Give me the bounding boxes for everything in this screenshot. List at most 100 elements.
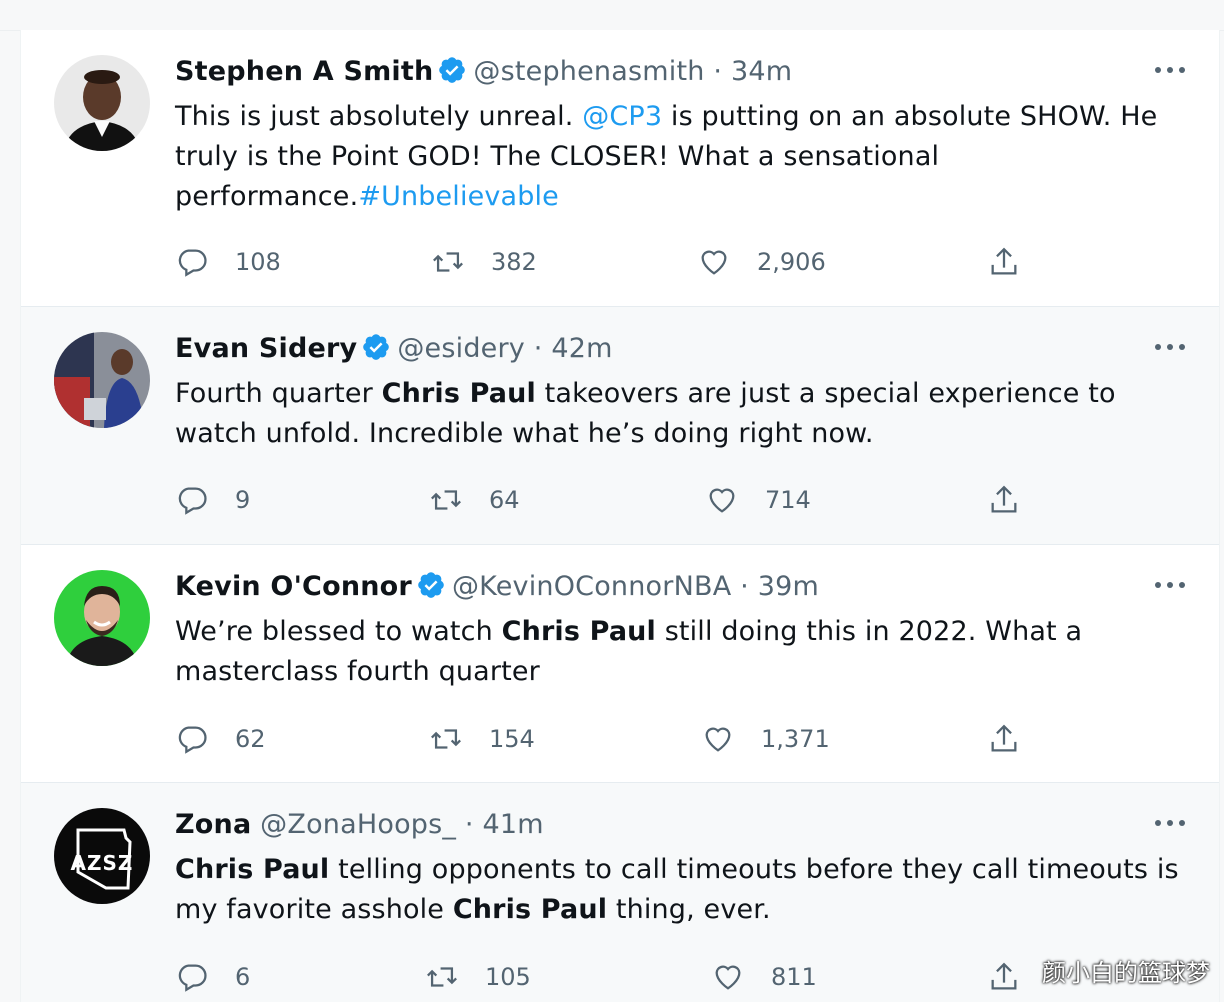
timestamp[interactable]: 41m bbox=[482, 809, 543, 840]
retweet-count: 382 bbox=[491, 248, 537, 276]
handle[interactable]: @ZonaHoops_ bbox=[260, 809, 456, 840]
like-count: 1,371 bbox=[761, 725, 830, 753]
handle[interactable]: @KevinOConnorNBA bbox=[452, 571, 731, 602]
heart-icon bbox=[701, 250, 727, 275]
like-button[interactable]: 2,906 bbox=[697, 242, 826, 282]
speech-bubble-icon bbox=[178, 726, 207, 754]
speech-bubble-icon bbox=[178, 249, 207, 277]
bold-mention: Chris Paul bbox=[452, 894, 608, 925]
heart-icon bbox=[705, 727, 731, 752]
reply-count: 6 bbox=[235, 963, 251, 991]
bold-mention: Chris Paul bbox=[501, 616, 656, 647]
reply-button[interactable]: 108 bbox=[175, 242, 281, 282]
action-bar: 9 64 714 bbox=[175, 480, 1075, 520]
retweet-arrows-icon bbox=[427, 967, 457, 987]
separator-dot: · bbox=[740, 571, 749, 602]
bold-mention: Chris Paul bbox=[381, 378, 536, 409]
more-dots-icon[interactable] bbox=[1153, 62, 1187, 78]
reply-button[interactable]: 6 bbox=[175, 957, 250, 997]
bold-mention: Chris Paul bbox=[175, 854, 330, 885]
speech-bubble-icon bbox=[178, 964, 207, 992]
share-upload-icon bbox=[991, 724, 1017, 752]
tweet-header: Zona @ZonaHoops_ · 41m bbox=[175, 807, 544, 843]
verified-badge-icon bbox=[439, 57, 466, 83]
tweet-text-segment: thing, ever. bbox=[607, 894, 771, 925]
timestamp[interactable]: 34m bbox=[731, 56, 792, 87]
tweet-header: Evan Sidery @esidery · 42m bbox=[175, 331, 613, 367]
display-name[interactable]: Stephen A Smith bbox=[175, 56, 433, 87]
tweet-text-segment: We’re blessed to watch bbox=[175, 616, 502, 647]
verified-badge-icon bbox=[363, 334, 390, 360]
display-name[interactable]: Zona bbox=[175, 809, 251, 840]
like-button[interactable]: 1,371 bbox=[701, 719, 830, 759]
avatar[interactable] bbox=[54, 570, 150, 666]
verified-badge-icon bbox=[418, 572, 444, 598]
like-button[interactable]: 811 bbox=[711, 957, 817, 997]
tweet-text-segment: This is just absolutely unreal. bbox=[175, 101, 583, 132]
tweet-text: Fourth quarter Chris Paul takeovers are … bbox=[175, 374, 1185, 454]
reply-button[interactable]: 9 bbox=[175, 480, 250, 520]
action-bar: 6 105 811 bbox=[175, 957, 1075, 997]
retweet-count: 105 bbox=[485, 963, 531, 991]
top-bar bbox=[0, 0, 1224, 31]
tweet-zonahoops[interactable]: AZSZ Zona @ZonaHoops_ · 41m Chris Paul t… bbox=[21, 783, 1219, 1002]
reply-count: 62 bbox=[235, 725, 266, 753]
share-button[interactable] bbox=[987, 480, 1021, 520]
tweet-text-segment: Fourth quarter bbox=[175, 378, 382, 409]
display-name[interactable]: Evan Sidery bbox=[175, 333, 357, 364]
share-button[interactable] bbox=[987, 242, 1021, 282]
separator-dot: · bbox=[464, 809, 474, 840]
tweet-esidery[interactable]: Evan Sidery @esidery · 42m Fourth quarter… bbox=[21, 307, 1219, 545]
reply-button[interactable]: 62 bbox=[175, 719, 266, 759]
watermark: 颜小白的篮球梦 bbox=[1042, 959, 1210, 987]
avatar[interactable] bbox=[54, 332, 150, 428]
retweet-count: 154 bbox=[489, 725, 535, 753]
heart-icon bbox=[709, 488, 735, 513]
share-upload-icon bbox=[991, 962, 1017, 990]
handle[interactable]: @stephenasmith bbox=[473, 56, 704, 87]
tweet-link[interactable]: @CP3 bbox=[582, 101, 662, 132]
share-upload-icon bbox=[991, 485, 1017, 513]
tweet-text: We’re blessed to watch Chris Paul still … bbox=[175, 612, 1185, 692]
like-count: 714 bbox=[765, 486, 811, 514]
like-count: 811 bbox=[771, 963, 817, 991]
retweet-arrows-icon bbox=[433, 252, 463, 272]
tweet-header: Stephen A Smith @stephenasmith · 34m bbox=[175, 54, 792, 90]
like-count: 2,906 bbox=[757, 248, 826, 276]
timestamp[interactable]: 39m bbox=[758, 571, 819, 602]
reply-count: 108 bbox=[235, 248, 281, 276]
speech-bubble-icon bbox=[178, 487, 207, 515]
like-button[interactable]: 714 bbox=[705, 480, 811, 520]
heart-icon bbox=[715, 965, 741, 990]
tweet-stephenasmith[interactable]: Stephen A Smith @stephenasmith · 34m This… bbox=[21, 30, 1219, 307]
share-button[interactable] bbox=[987, 957, 1021, 997]
retweet-count: 64 bbox=[489, 486, 520, 514]
more-dots-icon[interactable] bbox=[1153, 339, 1187, 355]
tweet-header: Kevin O'Connor @KevinOConnorNBA · 39m bbox=[175, 569, 819, 605]
tweet-feed: Stephen A Smith @stephenasmith · 34m This… bbox=[20, 30, 1220, 1002]
action-bar: 62 154 1,371 bbox=[175, 719, 1075, 759]
tweet-text: This is just absolutely unreal. @CP3 is … bbox=[175, 97, 1185, 217]
share-button[interactable] bbox=[987, 719, 1021, 759]
retweet-button[interactable]: 382 bbox=[431, 242, 537, 282]
retweet-button[interactable]: 154 bbox=[429, 719, 535, 759]
retweet-button[interactable]: 64 bbox=[429, 480, 520, 520]
tweet-link[interactable]: #Unbelievable bbox=[358, 181, 559, 212]
tweet-kevinoconnornba[interactable]: Kevin O'Connor @KevinOConnorNBA · 39m We’… bbox=[21, 545, 1219, 783]
share-upload-icon bbox=[991, 247, 1017, 275]
more-dots-icon[interactable] bbox=[1153, 577, 1187, 593]
avatar[interactable] bbox=[54, 55, 150, 151]
handle[interactable]: @esidery bbox=[397, 333, 525, 364]
tweet-text: Chris Paul telling opponents to call tim… bbox=[175, 850, 1185, 930]
retweet-arrows-icon bbox=[431, 729, 461, 749]
display-name[interactable]: Kevin O'Connor bbox=[175, 571, 412, 602]
more-dots-icon[interactable] bbox=[1153, 815, 1187, 831]
separator-dot: · bbox=[533, 333, 543, 364]
avatar[interactable]: AZSZ bbox=[54, 808, 150, 904]
reply-count: 9 bbox=[235, 486, 251, 514]
separator-dot: · bbox=[713, 56, 723, 87]
timestamp[interactable]: 42m bbox=[551, 333, 612, 364]
action-bar: 108 382 2,906 bbox=[175, 242, 1075, 282]
retweet-button[interactable]: 105 bbox=[425, 957, 531, 997]
avatar-logo-text: AZSZ bbox=[71, 851, 134, 875]
